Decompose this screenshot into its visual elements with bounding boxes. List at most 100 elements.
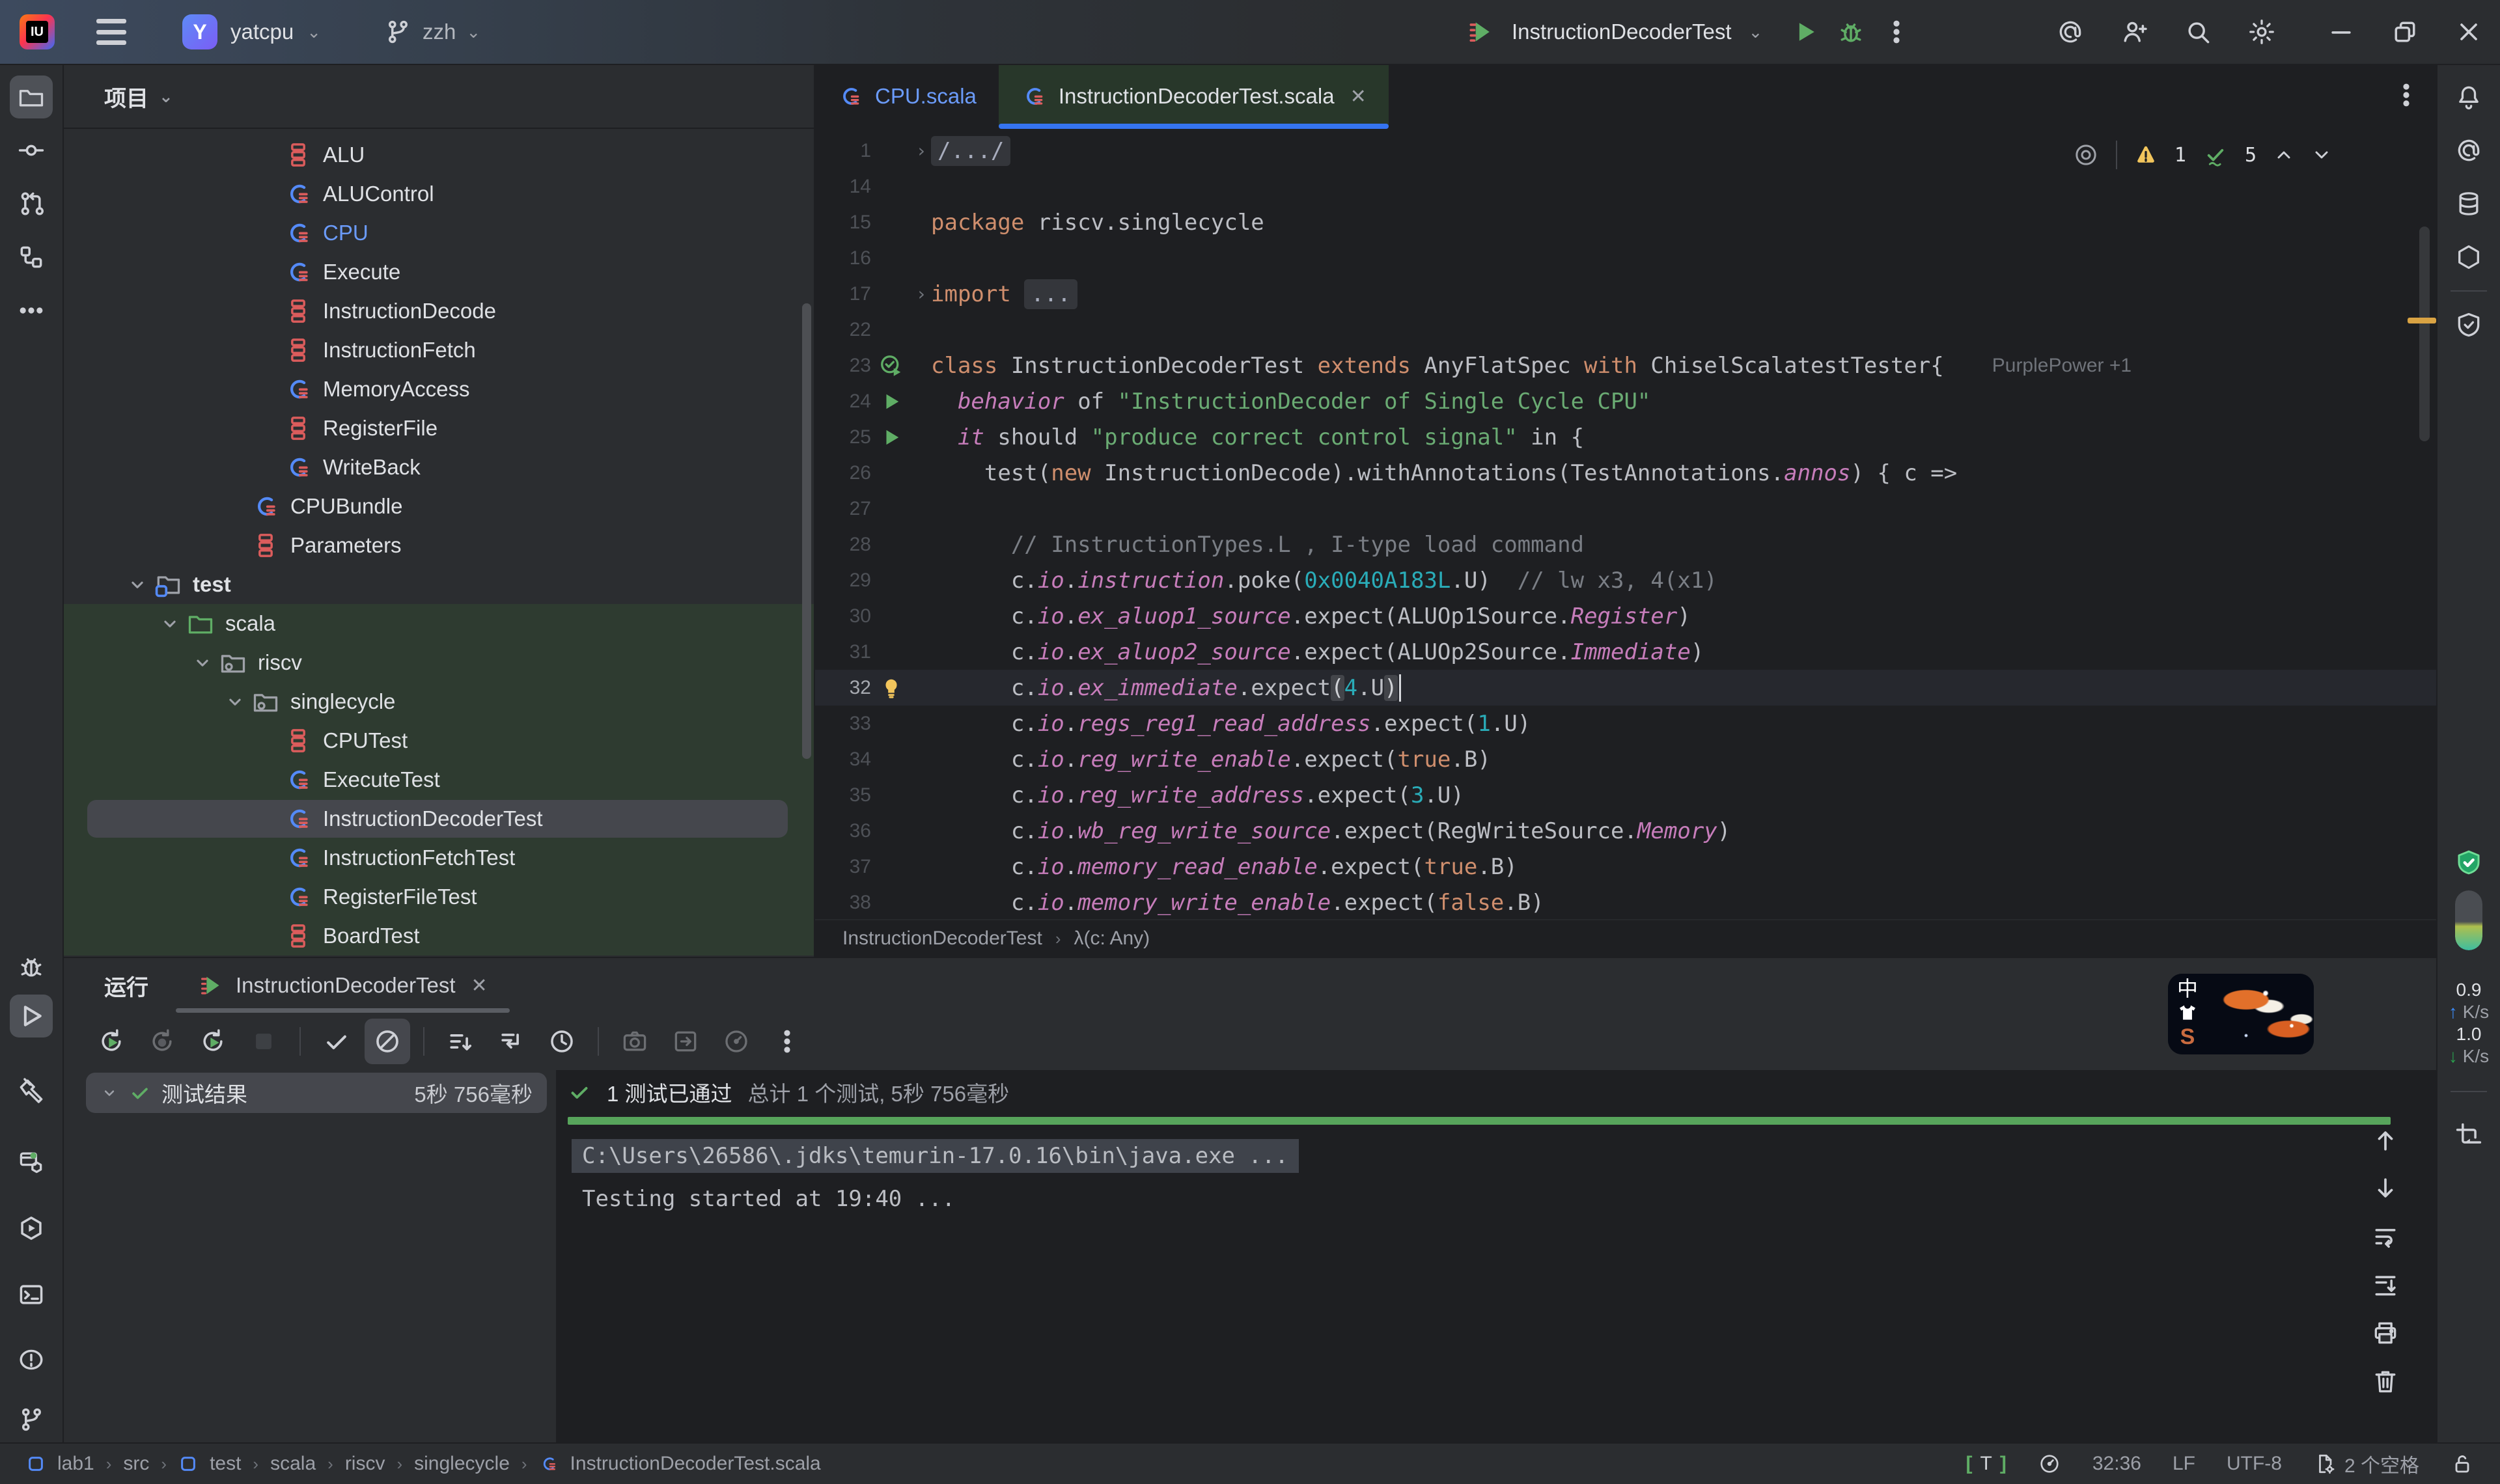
- restore-button[interactable]: [2391, 18, 2419, 46]
- status-shield-badge[interactable]: [2447, 841, 2490, 884]
- ime-logo[interactable]: S: [2180, 1026, 2195, 1048]
- vcs-branch-widget[interactable]: zzh ⌄: [383, 18, 480, 46]
- close-session-icon[interactable]: ✕: [471, 974, 488, 997]
- line-separator[interactable]: LF: [2173, 1453, 2195, 1475]
- sort-by-duration-button[interactable]: [539, 1019, 585, 1064]
- scroll-down-button[interactable]: [2371, 1174, 2400, 1203]
- tool-stripe-version-control[interactable]: [10, 1398, 53, 1441]
- tree-item-RegisterFile[interactable]: RegisterFile: [64, 409, 814, 448]
- tool-stripe-coverage[interactable]: [2447, 303, 2490, 346]
- code-with-me-button[interactable]: [2120, 18, 2148, 46]
- code-author-annotation[interactable]: PurplePower +1: [1986, 355, 2132, 377]
- tool-stripe-run[interactable]: [10, 995, 53, 1037]
- code-line-36[interactable]: 36 c.io.wb_reg_write_source.expect(RegWr…: [815, 813, 2436, 849]
- run-test-icon[interactable]: [880, 390, 903, 413]
- tool-stripe-pull-requests[interactable]: [10, 182, 53, 225]
- ime-skin-icon[interactable]: [2177, 1002, 2198, 1023]
- code-line-33[interactable]: 33 c.io.regs_reg1_read_address.expect(1.…: [815, 706, 2436, 741]
- tab-cpu-scala[interactable]: CPU.scala: [815, 65, 999, 128]
- ai-assistant-button[interactable]: [2056, 18, 2085, 46]
- project-widget[interactable]: Y yatcpu ⌄: [182, 14, 321, 49]
- tool-stripe-profiler[interactable]: [10, 1207, 53, 1250]
- code-line-15[interactable]: 15 package riscv.singlecycle: [815, 204, 2436, 240]
- tool-stripe-ai-assistant[interactable]: [2447, 129, 2490, 172]
- run-session-tab[interactable]: InstructionDecoderTest ✕: [189, 958, 497, 1013]
- close-tab-icon[interactable]: ✕: [1350, 85, 1367, 108]
- status-crumb-InstructionDecoderTest.scala[interactable]: InstructionDecoderTest.scala: [539, 1453, 821, 1475]
- import-results-button[interactable]: [663, 1019, 708, 1064]
- tool-stripe-more-tools[interactable]: [10, 289, 53, 332]
- intention-bulb-icon[interactable]: [880, 676, 903, 700]
- tool-stripe-database[interactable]: [2447, 182, 2490, 225]
- tool-stripe-build[interactable]: [10, 1069, 53, 1112]
- code-line-25[interactable]: 25 it should "produce correct control si…: [815, 419, 2436, 455]
- gauge-icon[interactable]: [2038, 1452, 2061, 1476]
- status-crumb-src[interactable]: src: [123, 1453, 149, 1475]
- code-line-23[interactable]: 23 class InstructionDecoderTest extends …: [815, 348, 2436, 383]
- editor-tabs-more-icon[interactable]: [2392, 81, 2421, 109]
- breadcrumb[interactable]: InstructionDecoderTest: [842, 928, 1042, 950]
- tree-item-Parameters[interactable]: Parameters: [64, 526, 814, 565]
- sort-by-statistics-button[interactable]: [438, 1019, 483, 1064]
- run-configuration[interactable]: InstructionDecoderTest: [1512, 20, 1732, 44]
- console-line[interactable]: C:\Users\26586\.jdks\temurin-17.0.16\bin…: [572, 1139, 1299, 1173]
- tool-stripe-terminal[interactable]: [10, 1273, 53, 1316]
- minimize-button[interactable]: [2327, 18, 2355, 46]
- translator-widget[interactable]: [T]: [1966, 1453, 2007, 1475]
- tree-item-ALU[interactable]: ALU: [64, 135, 814, 174]
- tree-item-InstructionDecoderTest[interactable]: InstructionDecoderTest: [64, 799, 814, 838]
- test-results-row[interactable]: 测试结果 5秒 756毫秒: [86, 1073, 547, 1113]
- indent-widget[interactable]: 2 个空格: [2313, 1450, 2419, 1478]
- code-line-16[interactable]: 16: [815, 240, 2436, 276]
- prev-chevron-icon[interactable]: [2273, 144, 2294, 165]
- code-line-28[interactable]: 28 // InstructionTypes.L , I-type load c…: [815, 527, 2436, 562]
- tree-item-riscv[interactable]: riscv: [64, 643, 814, 682]
- tree-item-CPUBundle[interactable]: CPUBundle: [64, 487, 814, 526]
- code-line-31[interactable]: 31 c.io.ex_aluop2_source.expect(ALUOp2So…: [815, 634, 2436, 670]
- more-actions-button[interactable]: [1882, 18, 1911, 46]
- expand-collapse-button[interactable]: [488, 1019, 534, 1064]
- status-crumb-test[interactable]: test: [178, 1453, 241, 1475]
- clear-all-button[interactable]: [2371, 1367, 2400, 1395]
- settings-button[interactable]: [2247, 18, 2276, 46]
- reader-mode-icon[interactable]: [2073, 142, 2099, 168]
- code-line-34[interactable]: 34 c.io.reg_write_enable.expect(true.B): [815, 741, 2436, 777]
- tool-stripe-services[interactable]: [10, 1140, 53, 1183]
- status-crumb-lab1[interactable]: lab1: [26, 1453, 94, 1475]
- tree-item-MemoryAccess[interactable]: MemoryAccess: [64, 370, 814, 409]
- status-crumb-riscv[interactable]: riscv: [345, 1453, 385, 1475]
- tree-item-Execute[interactable]: Execute: [64, 253, 814, 292]
- tab-instructiondecodertest-scala[interactable]: InstructionDecoderTest.scala ✕: [999, 65, 1389, 128]
- tree-item-InstructionDecode[interactable]: InstructionDecode: [64, 292, 814, 331]
- file-encoding[interactable]: UTF-8: [2227, 1453, 2282, 1475]
- tree-item-CPUTest[interactable]: CPUTest: [64, 721, 814, 760]
- tree-item-test[interactable]: test: [64, 565, 814, 604]
- scroll-to-end-button[interactable]: [2371, 1271, 2400, 1299]
- show-statistics-button[interactable]: [714, 1019, 759, 1064]
- project-scrollbar[interactable]: [802, 303, 811, 759]
- status-crumb-scala[interactable]: scala: [270, 1453, 316, 1475]
- code-line-32[interactable]: 32 c.io.ex_immediate.expect(4.U): [815, 670, 2436, 706]
- warning-stripe-mark[interactable]: [2408, 318, 2436, 323]
- next-chevron-icon[interactable]: [2311, 144, 2332, 165]
- caret-position[interactable]: 32:36: [2092, 1453, 2141, 1475]
- tree-item-singlecycle[interactable]: singlecycle: [64, 682, 814, 721]
- tree-item-InstructionFetchTest[interactable]: InstructionFetchTest: [64, 838, 814, 877]
- code-line-17[interactable]: 17 › import ...: [815, 276, 2436, 312]
- ime-mode[interactable]: 中: [2177, 978, 2198, 1000]
- status-crumb-singlecycle[interactable]: singlecycle: [414, 1453, 510, 1475]
- tool-stripe-dependencies[interactable]: [2447, 236, 2490, 279]
- snapshot-button[interactable]: [612, 1019, 658, 1064]
- tool-stripe-problems[interactable]: [10, 1338, 53, 1381]
- show-ignored-button[interactable]: [365, 1019, 410, 1064]
- tool-stripe-screenshot[interactable]: [2447, 1114, 2490, 1157]
- main-menu-button[interactable]: [96, 19, 126, 45]
- show-passed-button[interactable]: [314, 1019, 359, 1064]
- code-line-35[interactable]: 35 c.io.reg_write_address.expect(3.U): [815, 777, 2436, 813]
- debug-button[interactable]: [1837, 18, 1865, 46]
- code-line-38[interactable]: 38 c.io.memory_write_enable.expect(false…: [815, 885, 2436, 919]
- code-line-37[interactable]: 37 c.io.memory_read_enable.expect(true.B…: [815, 849, 2436, 885]
- soft-wrap-button[interactable]: [2371, 1222, 2400, 1251]
- code-line-29[interactable]: 29 c.io.instruction.poke(0x0040A183L.U) …: [815, 562, 2436, 598]
- lock-icon[interactable]: [2451, 1452, 2474, 1476]
